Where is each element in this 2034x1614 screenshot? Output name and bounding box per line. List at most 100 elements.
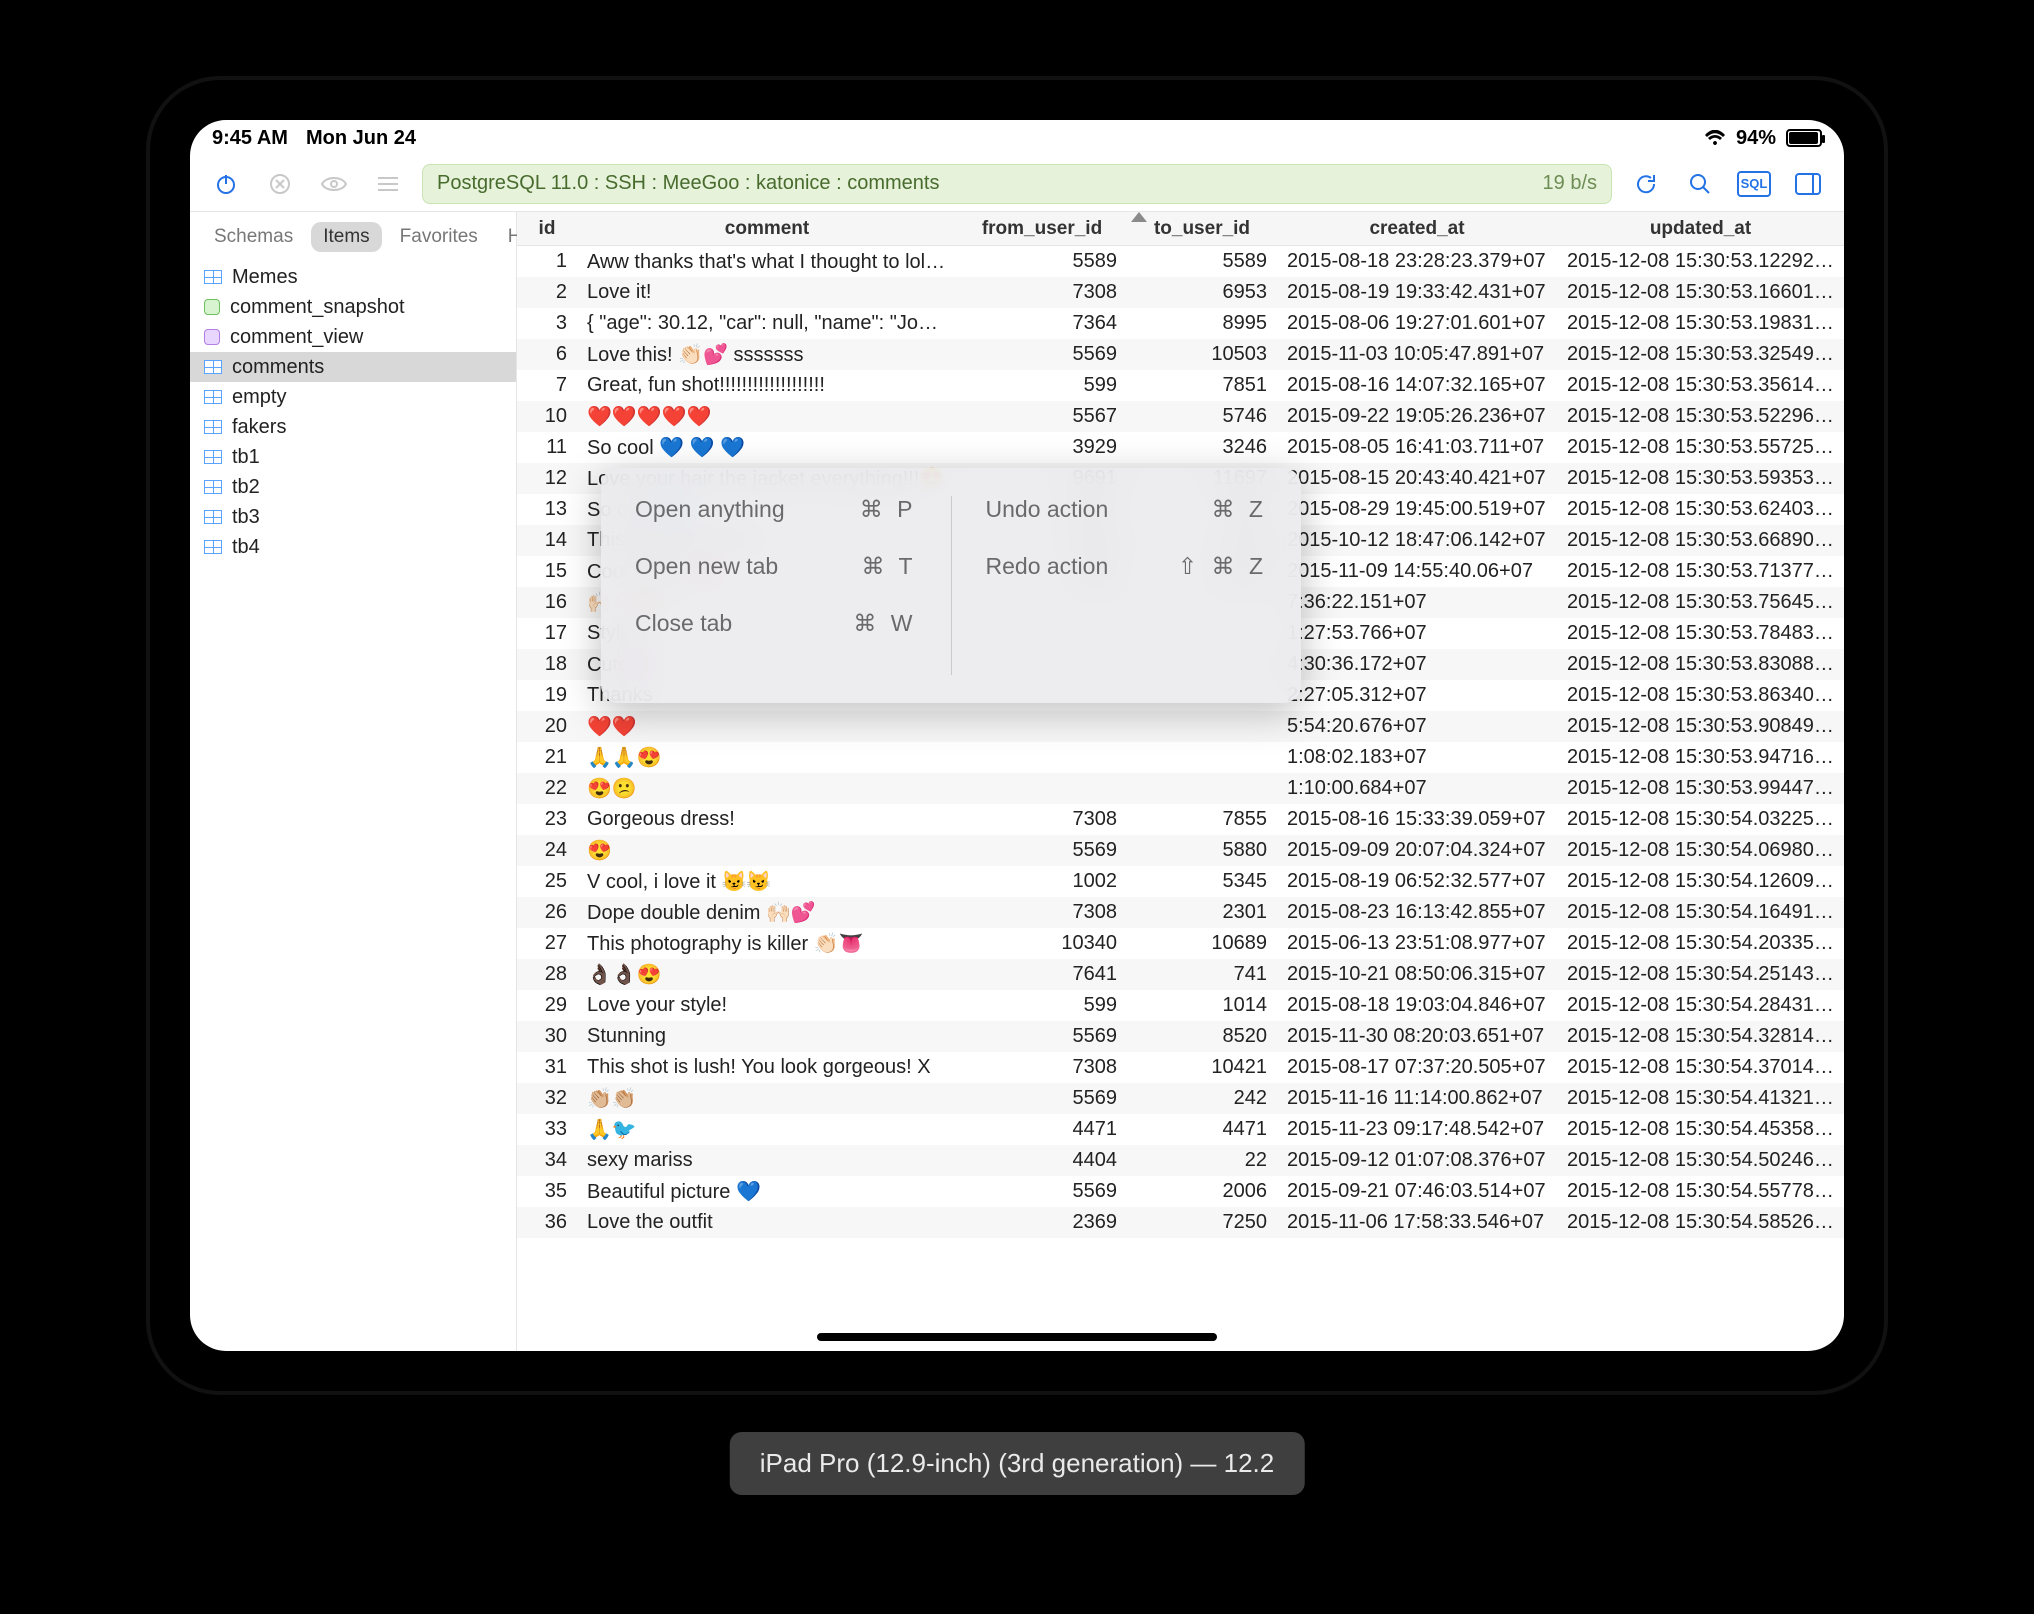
col-created-at[interactable]: created_at [1277,218,1557,240]
cell-comment: Love the outfit [577,1211,957,1234]
home-indicator[interactable] [817,1333,1217,1341]
cell-to: 2301 [1127,901,1277,924]
power-icon[interactable] [206,164,246,204]
table-row[interactable]: 25V cool, i love it 😼😼100253452015-08-19… [517,866,1844,897]
cell-updated: 2015-12-08 15:30:53.863401+07 [1557,684,1844,707]
sidebar-item-Memes[interactable]: Memes [190,262,516,292]
table-row[interactable]: 20❤️❤️5:54:20.676+072015-12-08 15:30:53.… [517,711,1844,742]
command-item[interactable]: Open anything⌘ P [635,496,917,523]
cell-updated: 2015-12-08 15:30:54.069807+07 [1557,839,1844,862]
cell-from: 7308 [957,281,1127,304]
cell-comment: { "age": 30.12, "car": null, "name": "Jo… [577,312,957,335]
command-item[interactable]: Open new tab⌘ T [635,553,917,580]
connection-breadcrumb[interactable]: PostgreSQL 11.0 : SSH : MeeGoo : katonic… [422,164,1612,204]
cell-created: 2015-08-16 14:07:32.165+07 [1277,374,1557,397]
table-row[interactable]: 2Love it!730869532015-08-19 19:33:42.431… [517,277,1844,308]
cell-id: 11 [517,436,577,459]
cell-to: 5345 [1127,870,1277,893]
sidebar-item-fakers[interactable]: fakers [190,412,516,442]
cell-updated: 2015-12-08 15:30:54.502468+07 [1557,1149,1844,1172]
cell-comment: This photography is killer 👏🏻👅 [577,931,957,956]
table-row[interactable]: 1Aww thanks that's what I thought to lol… [517,246,1844,277]
table-row[interactable]: 26Dope double denim 🙌🏻💕730823012015-08-2… [517,897,1844,928]
cell-id: 33 [517,1118,577,1141]
cell-created: 4:30:36.172+07 [1277,653,1557,676]
sidebar-item-comments[interactable]: comments [190,352,516,382]
table-row[interactable]: 21🙏🙏😍1:08:02.183+072015-12-08 15:30:53.9… [517,742,1844,773]
table-row[interactable]: 27This photography is killer 👏🏻👅10340106… [517,928,1844,959]
table-row[interactable]: 11So cool 💙 💙 💙392932462015-08-05 16:41:… [517,432,1844,463]
col-from-user[interactable]: from_user_id [957,218,1127,240]
table-row[interactable]: 6Love this! 👏🏻💕 sssssss5569105032015-11-… [517,339,1844,370]
cell-from: 7364 [957,312,1127,335]
table-area: id comment from_user_id to_user_id creat… [517,212,1844,1351]
table-row[interactable]: 32👏🏼👏🏼55692422015-11-16 11:14:00.862+072… [517,1083,1844,1114]
cell-to: 8995 [1127,312,1277,335]
sidebar-item-comment_view[interactable]: comment_view [190,322,516,352]
table-row[interactable]: 10❤️❤️❤️❤️❤️556757462015-09-22 19:05:26.… [517,401,1844,432]
table-row[interactable]: 36Love the outfit236972502015-11-06 17:5… [517,1207,1844,1238]
table-icon [204,390,222,404]
sidebar-item-label: tb3 [232,506,260,529]
sidebar-item-tb3[interactable]: tb3 [190,502,516,532]
sidebar-item-tb1[interactable]: tb1 [190,442,516,472]
col-id[interactable]: id [517,218,577,240]
search-icon[interactable] [1680,164,1720,204]
cell-id: 10 [517,405,577,428]
sidebar-item-label: comment_view [230,326,363,349]
panels-icon[interactable] [1788,164,1828,204]
command-shortcut: ⌘ T [861,553,916,580]
cell-from: 5569 [957,1087,1127,1110]
col-comment[interactable]: comment [577,218,957,240]
device-frame: 9:45 AM Mon Jun 24 94% [150,80,1884,1391]
table-row[interactable]: 23Gorgeous dress!730878552015-08-16 15:3… [517,804,1844,835]
table-row[interactable]: 22😍😕1:10:00.684+072015-12-08 15:30:53.99… [517,773,1844,804]
cell-updated: 2015-12-08 15:30:53.668901+07 [1557,529,1844,552]
cell-to: 5589 [1127,250,1277,273]
tab-favorites[interactable]: Favorites [388,222,490,252]
col-updated-at[interactable]: updated_at [1557,218,1844,240]
cell-from: 5589 [957,250,1127,273]
cell-created: 2015-08-19 19:33:42.431+07 [1277,281,1557,304]
command-item[interactable]: Undo action⌘ Z [986,496,1268,523]
cell-id: 16 [517,591,577,614]
table-row[interactable]: 24😍556958802015-09-09 20:07:04.324+07201… [517,835,1844,866]
tab-schemas[interactable]: Schemas [202,222,305,252]
sidebar-table-list[interactable]: Memescomment_snapshot comment_viewcomment… [190,262,516,1351]
sidebar-item-comment_snapshot[interactable]: comment_snapshot [190,292,516,322]
cancel-icon [260,164,300,204]
sidebar-item-empty[interactable]: empty [190,382,516,412]
cell-updated: 2015-12-08 15:30:54.284319+07 [1557,994,1844,1017]
command-item[interactable]: Close tab⌘ W [635,610,917,637]
table-row[interactable]: 34sexy mariss4404222015-09-12 01:07:08.3… [517,1145,1844,1176]
cell-created: 2015-08-05 16:41:03.711+07 [1277,436,1557,459]
table-row[interactable]: 31This shot is lush! You look gorgeous! … [517,1052,1844,1083]
cell-to: 7250 [1127,1211,1277,1234]
cell-id: 27 [517,932,577,955]
menu-icon[interactable] [368,164,408,204]
table-row[interactable]: 33🙏🐦447144712015-11-23 09:17:48.542+0720… [517,1114,1844,1145]
cell-updated: 2015-12-08 15:30:53.624038+07 [1557,498,1844,521]
sidebar-item-tb4[interactable]: tb4 [190,532,516,562]
toolbar: PostgreSQL 11.0 : SSH : MeeGoo : katonic… [190,156,1844,212]
cell-created: 2015-08-29 19:45:00.519+07 [1277,498,1557,521]
table-row[interactable]: 3{ "age": 30.12, "car": null, "name": "J… [517,308,1844,339]
command-item[interactable]: Redo action⇧ ⌘ Z [986,553,1268,580]
table-body[interactable]: 1Aww thanks that's what I thought to lol… [517,246,1844,1351]
cell-from: 2369 [957,1211,1127,1234]
cell-created: 2015-09-09 20:07:04.324+07 [1277,839,1557,862]
table-row[interactable]: 29Love your style!59910142015-08-18 19:0… [517,990,1844,1021]
sidebar-item-tb2[interactable]: tb2 [190,472,516,502]
cell-comment: Love this! 👏🏻💕 sssssss [577,342,957,367]
table-row[interactable]: 28👌🏿👌🏿😍76417412015-10-21 08:50:06.315+07… [517,959,1844,990]
table-row[interactable]: 30Stunning556985202015-11-30 08:20:03.65… [517,1021,1844,1052]
cell-created: 5:54:20.676+07 [1277,715,1557,738]
refresh-icon[interactable] [1626,164,1666,204]
table-row[interactable]: 35Beautiful picture 💙556920062015-09-21 … [517,1176,1844,1207]
tab-items[interactable]: Items [311,222,381,252]
col-to-user[interactable]: to_user_id [1127,218,1277,240]
table-row[interactable]: 7Great, fun shot!!!!!!!!!!!!!!!!!!!59978… [517,370,1844,401]
cell-updated: 2015-12-08 15:30:53.522965+07 [1557,405,1844,428]
cell-created: 2015-08-17 07:37:20.505+07 [1277,1056,1557,1079]
sql-icon[interactable]: SQL [1734,164,1774,204]
